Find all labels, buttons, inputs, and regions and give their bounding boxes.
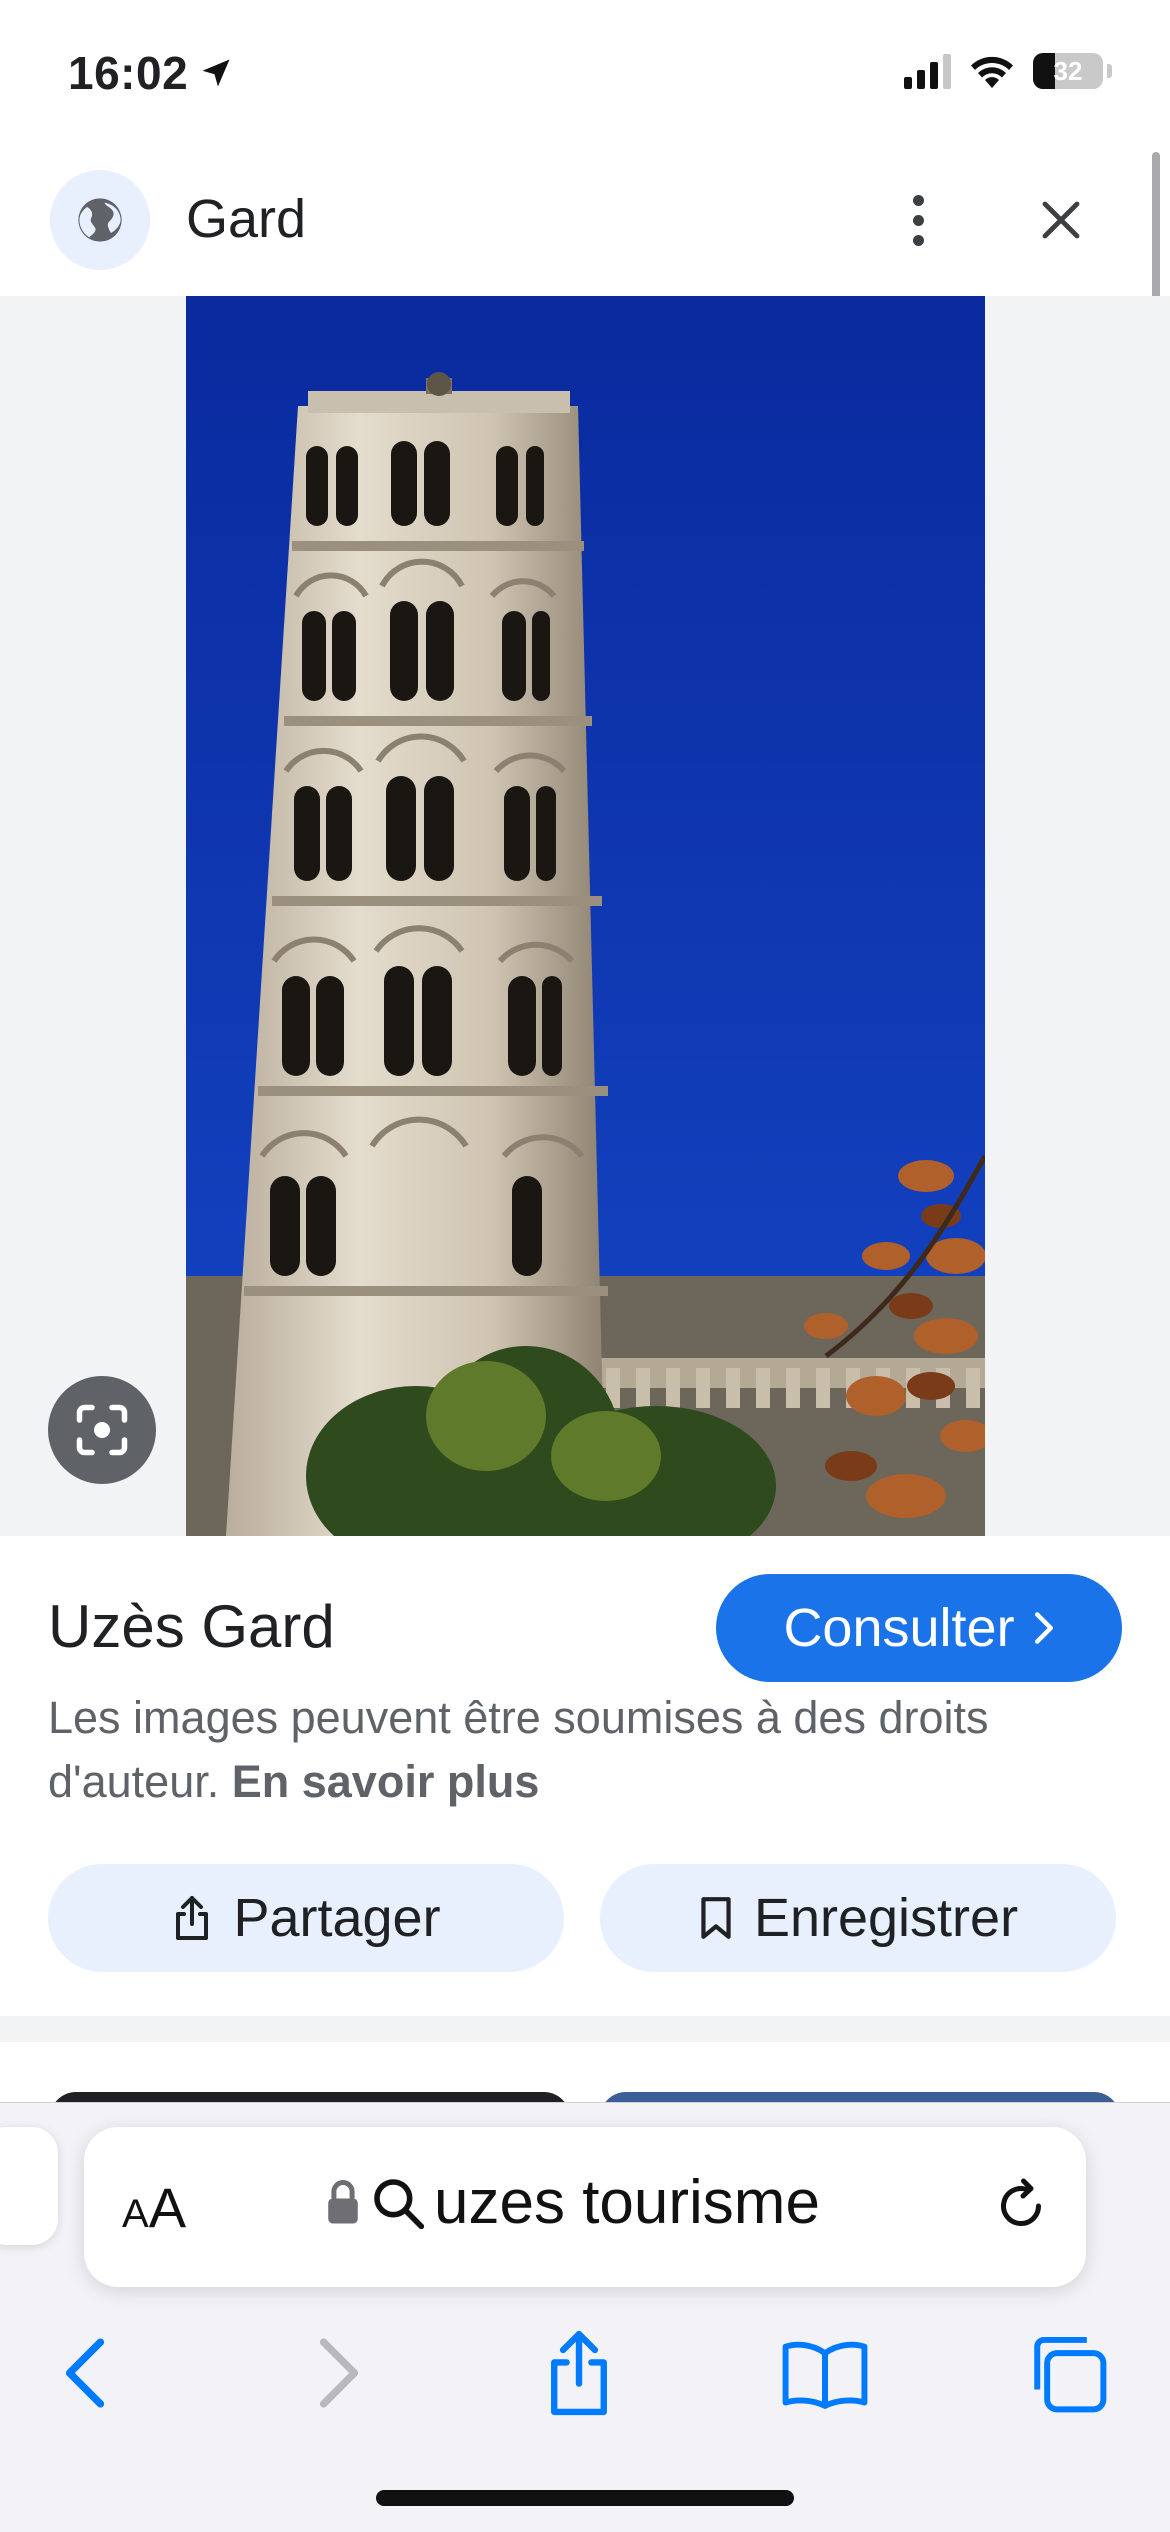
forward-button[interactable] xyxy=(284,2323,394,2423)
reload-button[interactable] xyxy=(984,2169,1058,2243)
address-bar[interactable]: AA uzes tourisme xyxy=(84,2127,1086,2287)
home-indicator xyxy=(376,2490,794,2506)
page-title: Gard xyxy=(186,189,307,249)
battery-icon: 32 xyxy=(1033,53,1103,89)
tower-photo xyxy=(186,296,985,1536)
more-vert-icon xyxy=(912,194,924,206)
share-icon xyxy=(551,2330,607,2416)
safari-bottom-bar: AA uzes tourisme xyxy=(0,2102,1170,2532)
bookmark-icon xyxy=(701,1897,731,1939)
tabs-button[interactable] xyxy=(1012,2323,1122,2423)
share-label: Partager xyxy=(233,1888,441,1948)
share-icon xyxy=(176,1896,209,1940)
google-lens-button[interactable] xyxy=(48,1376,156,1484)
status-time: 16:02 xyxy=(68,46,234,100)
chevron-right-icon xyxy=(319,2338,359,2408)
learn-more-link[interactable]: En savoir plus xyxy=(232,1756,540,1807)
aa-large: A xyxy=(148,2176,187,2239)
image-preview-area xyxy=(0,296,1170,1536)
aa-small: A xyxy=(122,2192,149,2236)
lens-camera-icon xyxy=(76,1404,128,1456)
visit-site-button[interactable]: Consulter xyxy=(716,1574,1122,1682)
image-source-title: Uzès Gard xyxy=(48,1593,335,1660)
page-settings-button[interactable]: AA xyxy=(122,2175,186,2240)
wifi-icon xyxy=(971,56,1013,88)
lock-icon xyxy=(328,2179,358,2223)
safari-share-button[interactable] xyxy=(524,2323,634,2423)
reload-icon xyxy=(1001,2178,1041,2227)
chevron-right-icon xyxy=(1034,1612,1053,1644)
battery-percent: 32 xyxy=(1053,55,1083,86)
bookmarks-button[interactable] xyxy=(770,2323,880,2423)
search-icon xyxy=(374,2178,425,2229)
site-favicon[interactable] xyxy=(50,170,150,270)
status-indicators: 32 xyxy=(904,52,1112,90)
globe-icon xyxy=(78,198,122,242)
back-button[interactable] xyxy=(30,2323,140,2423)
copyright-notice: Les images peuvent être soumises à des d… xyxy=(48,1686,1108,1814)
book-icon xyxy=(782,2341,868,2409)
url-text: uzes tourisme xyxy=(434,2168,820,2237)
close-icon xyxy=(1042,201,1080,239)
cellular-signal-icon xyxy=(904,53,951,89)
previous-tab-peek[interactable] xyxy=(0,2127,58,2245)
related-images-strip xyxy=(0,2042,1170,2132)
safari-nav-row xyxy=(0,2303,1170,2423)
preview-image-fenestrelle-tower[interactable] xyxy=(186,296,985,1536)
url-field[interactable]: uzes tourisme xyxy=(324,2167,820,2238)
visit-site-label: Consulter xyxy=(783,1598,1015,1658)
tabs-icon xyxy=(1034,2336,1107,2413)
status-bar: 16:02 32 xyxy=(0,0,1170,150)
more-options-button[interactable] xyxy=(880,180,956,260)
save-button[interactable]: Enregistrer xyxy=(600,1864,1116,1972)
status-time-text: 16:02 xyxy=(68,47,189,99)
location-arrow-icon xyxy=(202,59,230,87)
chevron-left-icon xyxy=(65,2338,105,2408)
image-viewer-header: Gard xyxy=(0,150,1170,296)
close-button[interactable] xyxy=(1026,180,1096,260)
save-label: Enregistrer xyxy=(753,1888,1019,1948)
battery-cap xyxy=(1107,64,1112,78)
section-divider xyxy=(0,2016,1170,2042)
share-button[interactable]: Partager xyxy=(48,1864,564,1972)
image-info-panel: Uzès Gard Consulter Les images peuvent ê… xyxy=(0,1536,1170,2016)
